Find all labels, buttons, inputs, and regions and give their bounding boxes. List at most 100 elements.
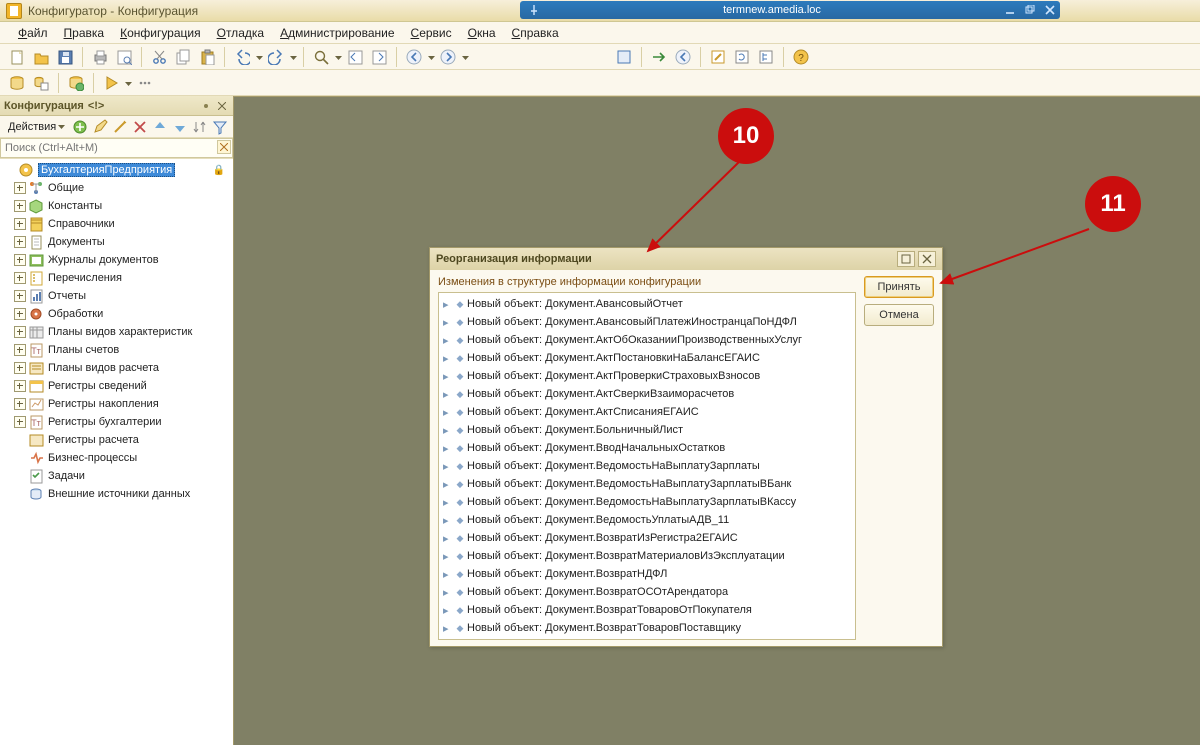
change-item[interactable]: ▸◆Новый объект: Документ.ВозвратОСОтАрен… (441, 583, 853, 601)
tree-expander[interactable] (14, 218, 26, 230)
drop-button[interactable] (814, 46, 836, 68)
tree-item[interactable]: Планы видов характеристик (0, 323, 233, 341)
tree-expander[interactable] (14, 308, 26, 320)
open-button[interactable] (30, 46, 52, 68)
blue-sq-button[interactable] (613, 46, 635, 68)
db-planet-button[interactable] (65, 72, 87, 94)
change-item[interactable]: ▸◆Новый объект: Документ.ВедомостьНаВыпл… (441, 475, 853, 493)
menu-конфигурация[interactable]: Конфигурация (112, 24, 209, 42)
change-item[interactable]: ▸◆Новый объект: Документ.АктСверкиВзаимо… (441, 385, 853, 403)
menu-окна[interactable]: Окна (460, 24, 504, 42)
tree-item[interactable]: Бизнес-процессы (0, 449, 233, 467)
tree-item[interactable]: Журналы документов (0, 251, 233, 269)
change-item[interactable]: ▸◆Новый объект: Документ.АктПостановкиНа… (441, 349, 853, 367)
dialog-titlebar[interactable]: Реорганизация информации (430, 248, 942, 270)
db-copy-button[interactable] (30, 72, 52, 94)
cut-button[interactable] (148, 46, 170, 68)
new-doc-button[interactable] (6, 46, 28, 68)
panel-delete-button[interactable] (131, 118, 149, 136)
find-next-button[interactable] (368, 46, 390, 68)
search-button[interactable] (310, 46, 332, 68)
tree-item[interactable]: Регистры расчета (0, 431, 233, 449)
tree-item[interactable]: ТтПланы счетов (0, 341, 233, 359)
tree-expander[interactable] (14, 380, 26, 392)
tree-root[interactable]: БухгалтерияПредприятия🔒 (0, 161, 233, 179)
change-item[interactable]: ▸◆Новый объект: Документ.АктСписанияЕГАИ… (441, 403, 853, 421)
redo-dropdown[interactable] (289, 46, 297, 68)
copy-button[interactable] (172, 46, 194, 68)
cancel-button[interactable]: Отмена (864, 304, 934, 326)
change-item[interactable]: ▸◆Новый объект: Документ.ВозвратНДФЛ (441, 565, 853, 583)
tree-expander[interactable] (14, 254, 26, 266)
tree-expander[interactable] (14, 272, 26, 284)
accept-button[interactable]: Принять (864, 276, 934, 298)
nav-fwd-dropdown[interactable] (461, 46, 469, 68)
pin-icon[interactable] (524, 2, 544, 18)
tree-item[interactable]: Константы (0, 197, 233, 215)
tree-item[interactable]: Задачи (0, 467, 233, 485)
panel-wand-button[interactable] (111, 118, 129, 136)
tree-item[interactable]: Обработки (0, 305, 233, 323)
menu-отладка[interactable]: Отладка (209, 24, 272, 42)
search-dropdown[interactable] (334, 46, 342, 68)
db-button[interactable] (6, 72, 28, 94)
menu-администрирование[interactable]: Администрирование (272, 24, 402, 42)
nav-back-dropdown[interactable] (427, 46, 435, 68)
help-badge-button[interactable]: ? (790, 46, 812, 68)
tree-expander[interactable] (14, 236, 26, 248)
tree-expander[interactable] (14, 416, 26, 428)
panel-filter-button[interactable] (211, 118, 229, 136)
change-item[interactable]: ▸◆Новый объект: Документ.БольничныйЛист (441, 421, 853, 439)
change-item[interactable]: ▸◆Новый объект: Документ.ВозвратТоваровО… (441, 601, 853, 619)
change-item[interactable]: ▸◆Новый объект: Документ.ВедомостьНаВыпл… (441, 457, 853, 475)
nav-back-button[interactable] (403, 46, 425, 68)
run-button[interactable] (100, 72, 122, 94)
change-item[interactable]: ▸◆Новый объект: Документ.ВводНачальныхОс… (441, 439, 853, 457)
dialog-close-button[interactable] (918, 251, 936, 267)
nav-back-button[interactable] (672, 46, 694, 68)
change-item[interactable]: ▸◆Новый объект: Документ.ВозвратИзРегист… (441, 529, 853, 547)
change-item[interactable]: ▸◆Новый объект: Документ.ВедомостьУплаты… (441, 511, 853, 529)
tree-item[interactable]: Регистры сведений (0, 377, 233, 395)
actions-dropdown[interactable]: Действия (4, 120, 69, 134)
panel-sort-button[interactable] (191, 118, 209, 136)
panel-close-button[interactable] (215, 99, 229, 113)
tree-item[interactable]: Общие (0, 179, 233, 197)
panel-edit-button[interactable] (91, 118, 109, 136)
change-item[interactable]: ▸◆Новый объект: Документ.ВедомостьНаВыпл… (441, 493, 853, 511)
menu-сервис[interactable]: Сервис (403, 24, 460, 42)
arrow-right-button[interactable] (648, 46, 670, 68)
config-sync-button[interactable] (731, 46, 753, 68)
remote-restore-button[interactable] (1020, 2, 1040, 18)
tree-item[interactable]: Регистры накопления (0, 395, 233, 413)
run-dropdown[interactable] (124, 72, 132, 94)
undo-button[interactable] (231, 46, 253, 68)
panel-pin-button[interactable] (199, 99, 213, 113)
configuration-tree[interactable]: БухгалтерияПредприятия🔒ОбщиеКонстантыСпр… (0, 158, 233, 745)
change-item[interactable]: ▸◆Новый объект: Документ.АктОбОказанииПр… (441, 331, 853, 349)
tree-item[interactable]: Планы видов расчета (0, 359, 233, 377)
tree-search-clear[interactable] (217, 140, 231, 154)
find-prev-button[interactable] (344, 46, 366, 68)
change-item[interactable]: ▸◆Новый объект: Документ.АктПроверкиСтра… (441, 367, 853, 385)
panel-down-button[interactable] (171, 118, 189, 136)
tree-expander[interactable] (14, 398, 26, 410)
change-item[interactable]: ▸◆Новый объект: Документ.АвансовыйПлатеж… (441, 313, 853, 331)
tree-expander[interactable] (14, 344, 26, 356)
change-item[interactable]: ▸◆Новый объект: Документ.ВозвратТоваровП… (441, 619, 853, 637)
redo-button[interactable] (265, 46, 287, 68)
menu-справка[interactable]: Справка (504, 24, 567, 42)
nav-fwd-button[interactable] (437, 46, 459, 68)
paste-button[interactable] (196, 46, 218, 68)
preview-button[interactable] (113, 46, 135, 68)
tree-item[interactable]: Внешние источники данных (0, 485, 233, 503)
tree-expander[interactable] (14, 326, 26, 338)
tree-search-input[interactable] (0, 138, 233, 158)
tree-item[interactable]: Перечисления (0, 269, 233, 287)
tree-item[interactable]: Отчеты (0, 287, 233, 305)
menu-правка[interactable]: Правка (56, 24, 113, 42)
change-item[interactable]: ▸◆Новый объект: Документ.АвансовыйОтчет (441, 295, 853, 313)
remote-minimize-button[interactable] (1000, 2, 1020, 18)
tree-expander[interactable] (14, 200, 26, 212)
more-button[interactable] (134, 72, 156, 94)
